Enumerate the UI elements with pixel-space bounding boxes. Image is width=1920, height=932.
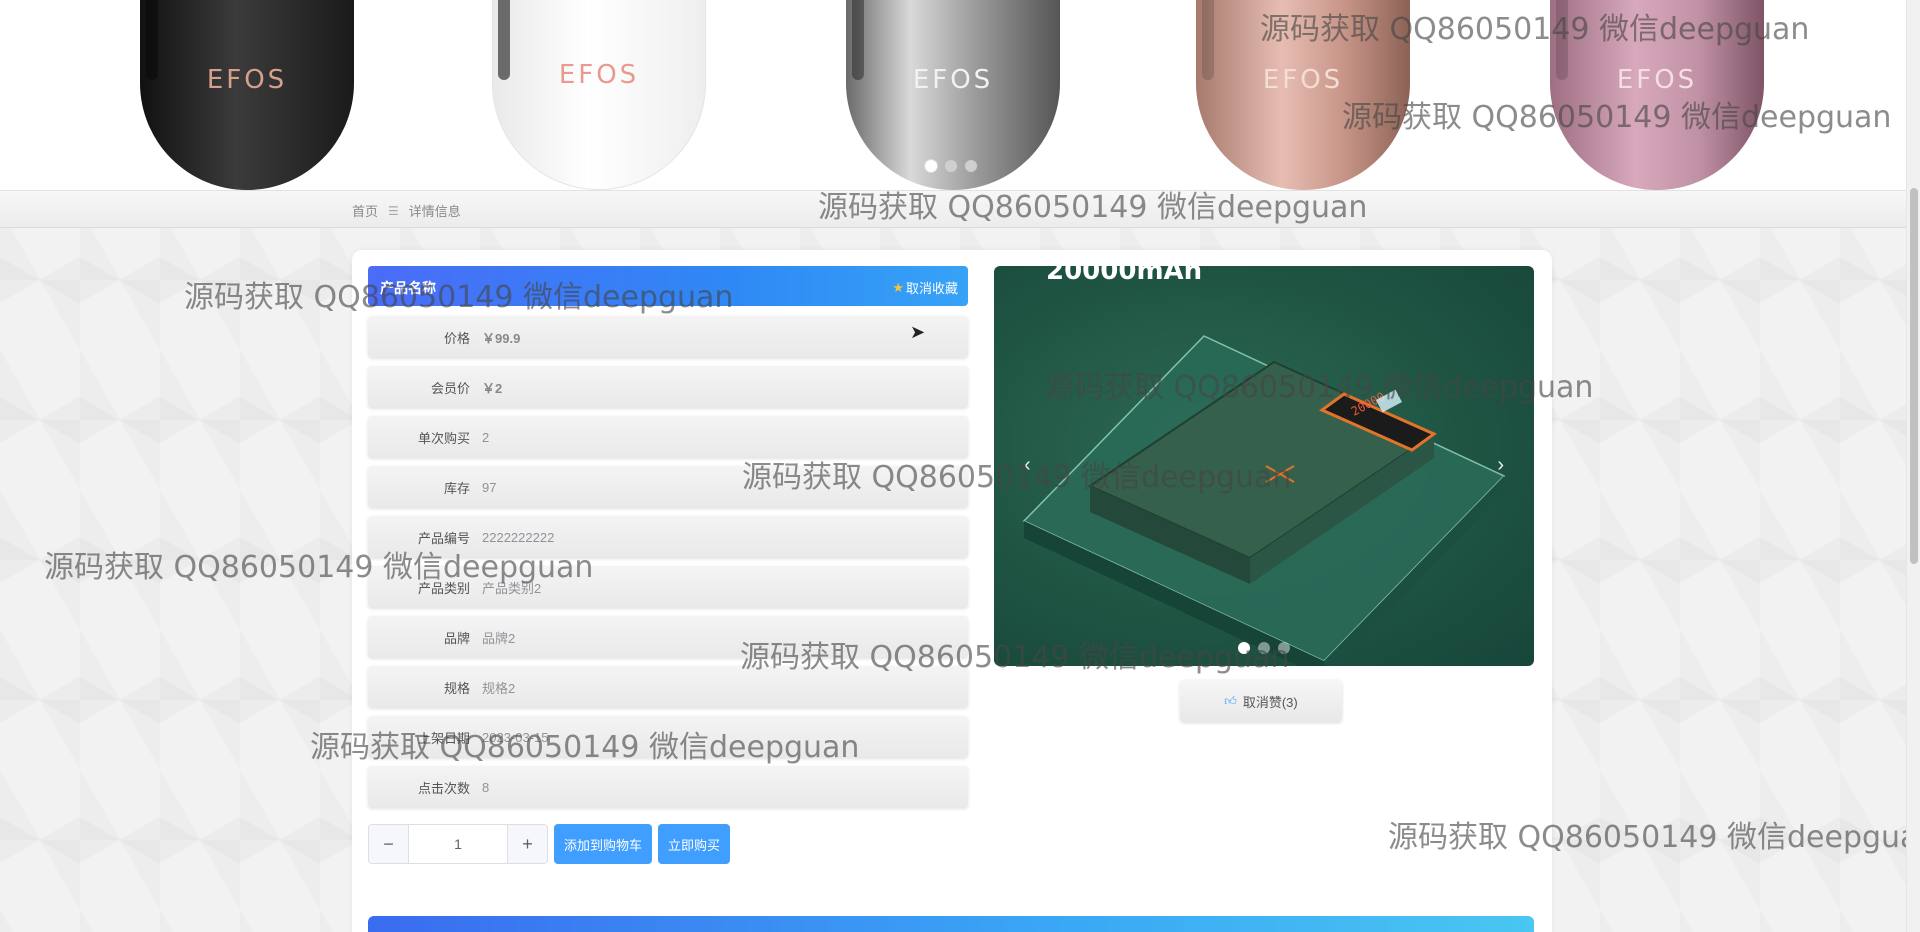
field-value: 8: [482, 779, 490, 795]
quantity-stepper: − +: [368, 824, 548, 864]
gallery-dot[interactable]: [1238, 642, 1250, 654]
unfavorite-button[interactable]: ★ 取消收藏: [892, 278, 958, 297]
field-row-category: 产品类别 产品类别2: [368, 566, 968, 608]
banner-product-image: EFOS: [140, 0, 354, 190]
gallery-indicator: [1238, 642, 1290, 654]
field-label: 库存: [443, 480, 470, 496]
quantity-input[interactable]: [409, 825, 507, 863]
field-row-clicks: 点击次数 8: [368, 766, 968, 808]
banner-brand-logo: EFOS: [1616, 65, 1698, 95]
unlike-label: 取消赞(3): [1242, 694, 1298, 710]
field-value: 97: [482, 479, 497, 495]
field-value: 2023-03-15: [482, 729, 549, 745]
top-banner-carousel[interactable]: EFOS EFOS EFOS EFOS EFOS: [0, 0, 1906, 190]
power-bank-image: 20000: [1022, 335, 1506, 666]
field-row-single-purchase: 单次购买 2: [368, 416, 968, 458]
buy-now-button[interactable]: 立即购买: [658, 824, 731, 864]
field-row-member-price: 会员价 ￥2: [368, 366, 968, 408]
purchase-controls: − + 添加到购物车 立即购买: [368, 824, 968, 864]
page-scrollbar[interactable]: [1906, 0, 1920, 932]
breadcrumb-current: 详情信息: [408, 204, 461, 219]
field-label: 产品编号: [417, 530, 470, 546]
field-value: 2222222222: [482, 529, 555, 545]
field-value: 2: [482, 429, 490, 445]
unfavorite-label: 取消收藏: [905, 281, 958, 296]
breadcrumb: 首页 ☰ 详情信息: [352, 201, 461, 220]
field-label: 上架日期: [417, 730, 470, 746]
field-value: 产品类别2: [482, 580, 542, 596]
unlike-button[interactable]: 👍︎ 取消赞(3): [1180, 680, 1342, 722]
banner-brand-logo: EFOS: [1262, 65, 1344, 95]
banner-dot[interactable]: [965, 160, 977, 172]
section-header-bar: [368, 916, 1534, 932]
banner-brand-logo: EFOS: [206, 65, 288, 95]
banner-dot[interactable]: [945, 160, 957, 172]
breadcrumb-bar: 首页 ☰ 详情信息: [0, 190, 1906, 228]
field-row-price: 价格 ￥99.9: [368, 316, 968, 358]
product-title: 产品名称: [380, 280, 436, 296]
field-label: 产品类别: [417, 580, 470, 596]
field-label: 规格: [443, 680, 470, 696]
product-detail-panel: 产品名称 ★ 取消收藏 价格 ￥99.9 会员价 ￥2 单次购买 2 库存 97…: [352, 250, 1552, 932]
field-row-spec: 规格 规格2: [368, 666, 968, 708]
field-row-product-code: 产品编号 2222222222: [368, 516, 968, 558]
breadcrumb-separator-icon: ☰: [388, 203, 399, 218]
product-title-bar: 产品名称 ★ 取消收藏: [368, 266, 968, 306]
field-value: 规格2: [482, 680, 516, 696]
field-row-stock: 库存 97: [368, 466, 968, 508]
increase-quantity-button[interactable]: +: [507, 825, 547, 863]
banner-product-image: EFOS: [492, 0, 706, 190]
banner-brand-logo: EFOS: [558, 60, 640, 90]
banner-indicator: [925, 160, 977, 172]
star-icon: ★: [892, 279, 904, 295]
field-value: ￥2: [482, 380, 503, 396]
product-info-column: 产品名称 ★ 取消收藏 价格 ￥99.9 会员价 ￥2 单次购买 2 库存 97…: [368, 266, 968, 864]
field-label: 单次购买: [417, 430, 470, 446]
gallery-dot[interactable]: [1278, 642, 1290, 654]
banner-brand-logo: EFOS: [912, 65, 994, 95]
breadcrumb-home[interactable]: 首页: [352, 201, 378, 220]
field-value: ￥99.9: [482, 330, 521, 346]
product-image-carousel[interactable]: 20000mAh 20000 ‹ ›: [994, 266, 1534, 666]
field-label: 品牌: [443, 630, 470, 646]
field-label: 会员价: [430, 380, 470, 396]
banner-product-image: EFOS: [1196, 0, 1410, 190]
scrollbar-thumb[interactable]: [1910, 188, 1918, 564]
decrease-quantity-button[interactable]: −: [369, 825, 409, 863]
gallery-dot[interactable]: [1258, 642, 1270, 654]
thumbs-up-icon: 👍︎: [1224, 693, 1237, 708]
field-row-listed-date: 上架日期 2023-03-15: [368, 716, 968, 758]
field-label: 点击次数: [417, 780, 470, 796]
banner-dot[interactable]: [925, 160, 937, 172]
field-label: 价格: [443, 330, 470, 346]
field-value: 品牌2: [482, 630, 516, 646]
field-row-brand: 品牌 品牌2: [368, 616, 968, 658]
banner-product-image: EFOS: [1550, 0, 1764, 190]
chevron-left-icon[interactable]: ‹: [1024, 454, 1031, 477]
chevron-right-icon[interactable]: ›: [1497, 454, 1504, 477]
mouse-cursor-icon: ➤: [910, 322, 926, 342]
add-to-cart-button[interactable]: 添加到购物车: [554, 824, 653, 864]
